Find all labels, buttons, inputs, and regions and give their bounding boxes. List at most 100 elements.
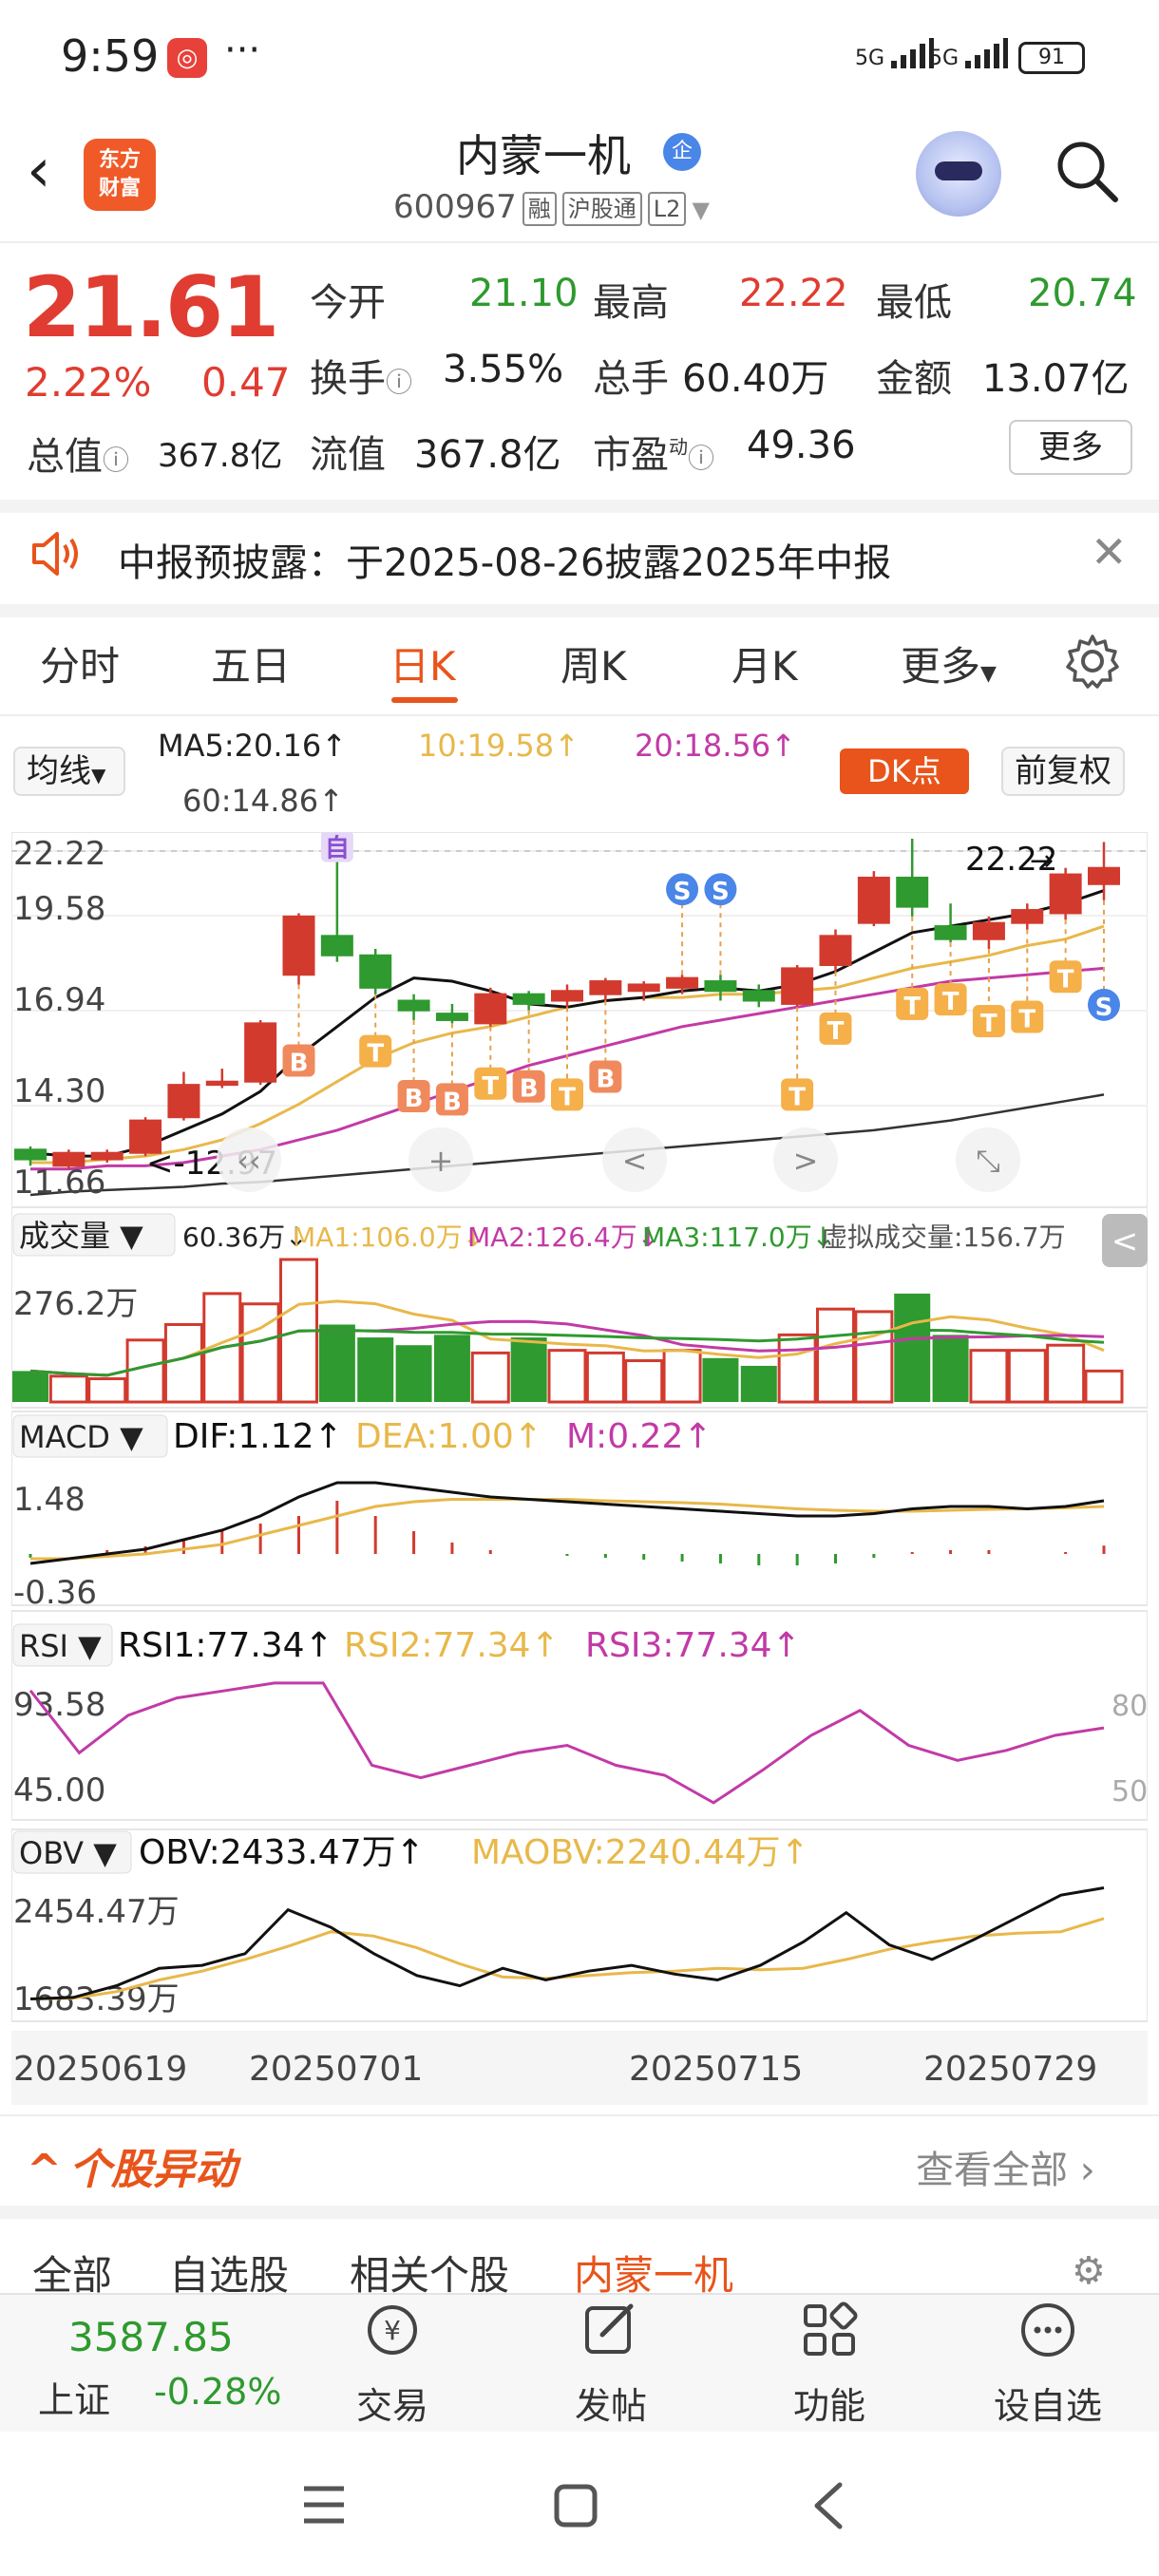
stock-code-row[interactable]: 600967 融沪股通 L2 ▼: [393, 188, 710, 226]
more-quote-button[interactable]: 更多: [1009, 420, 1132, 475]
menu-icon[interactable]: [300, 2483, 348, 2527]
volume-bar: [777, 1333, 817, 1404]
notice-text[interactable]: 中报预披露：于2025-08-26披露2025年中报: [118, 532, 891, 587]
macd-y-tick: 1.48: [13, 1481, 86, 1519]
chevron-up-icon: ^: [27, 2146, 62, 2194]
nav-add-watchlist[interactable]: 设自选: [972, 2377, 1124, 2429]
signal-label: S: [1095, 994, 1113, 1022]
chevron-down-icon: ▼: [692, 197, 710, 223]
volume-bar: [395, 1345, 432, 1402]
volume-bar: [585, 1351, 625, 1404]
float-mv-value: 367.8亿: [414, 433, 561, 477]
add-watchlist-icon[interactable]: [1015, 2297, 1081, 2363]
home-icon[interactable]: [553, 2483, 598, 2529]
index-name: 上证: [38, 2379, 111, 2421]
gear-icon[interactable]: [1064, 633, 1121, 690]
tab-intraday[interactable]: 分时: [40, 635, 120, 692]
volume-bar: [125, 1338, 165, 1404]
divider: [0, 604, 1159, 617]
candle-body: [819, 935, 852, 967]
view-all-link[interactable]: 查看全部 ›: [916, 2139, 1095, 2194]
volume-bar: [240, 1302, 280, 1404]
expand-icon: ⤡: [976, 1143, 1000, 1179]
close-icon[interactable]: ✕: [1091, 526, 1128, 578]
signal-label: T: [367, 1040, 384, 1069]
candle-body: [282, 915, 315, 976]
candle-body: [244, 1022, 277, 1083]
tab-five-day[interactable]: 五日: [211, 635, 291, 692]
volume-bar: [662, 1349, 702, 1404]
ma5-label: MA5:20.16↑: [158, 728, 348, 764]
y-tick-label: 22.22: [13, 835, 105, 873]
signal-label: T: [1057, 965, 1074, 994]
apps-icon[interactable]: [796, 2297, 863, 2363]
volume-ma3: MA3:117.0万↓: [642, 1222, 834, 1253]
y-tick-label: 14.30: [13, 1072, 105, 1110]
candle-body: [742, 990, 775, 1002]
open-label: 今开: [310, 281, 386, 325]
volume-bar: [48, 1374, 88, 1404]
low-label: 最低: [876, 281, 952, 325]
rsi-rsi3: RSI3:77.34↑: [585, 1626, 801, 1665]
high-value: 22.22: [739, 272, 848, 315]
caret-down-icon: ▼: [91, 764, 106, 786]
y-tick-label: 11.66: [13, 1164, 105, 1202]
divider: [0, 2206, 1159, 2219]
candle-body: [551, 990, 583, 1002]
float-mv-label: 流值: [310, 433, 386, 477]
brand-logo[interactable]: 东方 财富: [84, 139, 156, 211]
post-icon[interactable]: [578, 2297, 644, 2363]
volume-bar: [318, 1324, 355, 1402]
volume-bar: [433, 1335, 470, 1402]
tab-monthly-k[interactable]: 月K: [732, 635, 798, 692]
volume-bar: [894, 1293, 931, 1402]
candle-body: [90, 1151, 124, 1161]
dk-point-button[interactable]: DK点: [840, 748, 969, 794]
volume-bar: [510, 1337, 547, 1402]
signal-label: T: [903, 993, 921, 1021]
index-change: -0.28%: [154, 2371, 282, 2413]
status-time: 9:59: [61, 30, 160, 82]
rsi-y-tick: 45.00: [13, 1771, 105, 1809]
kline-chart[interactable]: 自B TB BT B TBS STTT TT TTS22.2219.5816.9414.301…: [11, 832, 1148, 2105]
volume-bar: [12, 1371, 48, 1402]
tab-more[interactable]: 更多▼: [901, 635, 997, 692]
index-value[interactable]: 3587.85: [68, 2314, 234, 2360]
price-adjust-button[interactable]: 前复权: [1001, 747, 1125, 796]
candle-body: [589, 980, 622, 995]
gear-icon[interactable]: ⚙: [1072, 2249, 1106, 2293]
rsi-rsi1: RSI1:77.34↑: [118, 1626, 333, 1665]
trade-icon[interactable]: ¥: [359, 2297, 426, 2363]
candle-body: [14, 1148, 47, 1161]
signal-label: T: [1018, 1006, 1036, 1034]
candle-body: [435, 1013, 468, 1021]
candle-body: [512, 993, 545, 1005]
nav-trade[interactable]: 交易: [316, 2377, 468, 2429]
high-label: 最高: [593, 281, 669, 325]
nav-post[interactable]: 发帖: [535, 2377, 687, 2429]
signal-1-icon: 5G: [855, 36, 935, 70]
candle-body: [474, 993, 507, 1025]
back-icon[interactable]: [809, 2481, 847, 2530]
total-mv-label: 总值ⓘ: [27, 435, 130, 479]
candle-body: [934, 925, 967, 940]
volume-bar: [1046, 1343, 1086, 1404]
volume-bar: [1007, 1349, 1047, 1404]
back-button[interactable]: ‹: [27, 141, 65, 209]
candle-body: [627, 983, 660, 993]
volume-y-tick: 276.2万: [13, 1285, 138, 1323]
nav-functions[interactable]: 功能: [753, 2377, 905, 2429]
signal-label: B: [290, 1049, 309, 1077]
volume-bar: [624, 1359, 664, 1404]
divider: [0, 500, 1159, 513]
ma20-label: 20:18.56↑: [635, 728, 796, 764]
indicator-select[interactable]: 均线▼: [13, 747, 125, 796]
tab-daily-k[interactable]: 日K: [390, 635, 456, 692]
signal-label: S: [712, 878, 730, 906]
signal-label: T: [482, 1072, 499, 1101]
movement-title: ^ 个股异动: [27, 2146, 237, 2194]
signal-label: B: [520, 1075, 539, 1104]
search-icon[interactable]: [1053, 137, 1121, 205]
amount-value: 13.07亿: [982, 357, 1130, 401]
tab-weekly-k[interactable]: 周K: [560, 635, 627, 692]
